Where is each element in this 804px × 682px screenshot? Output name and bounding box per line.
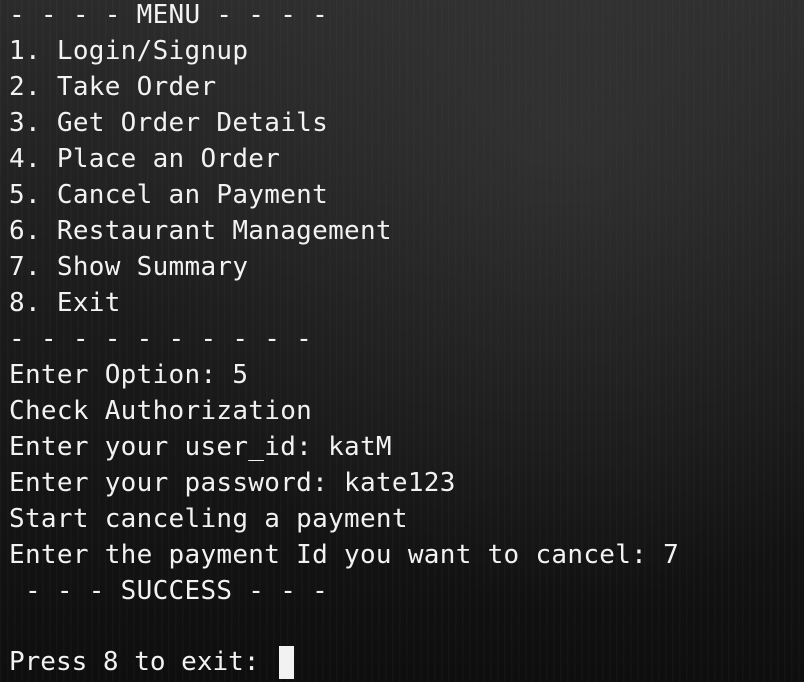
option-entry-line: Enter Option: 5 [9,360,249,390]
payment-id-entry-line: Enter the payment Id you want to cancel:… [9,540,680,570]
success-message: - - - SUCCESS - - - [9,576,329,606]
menu-item-take-order: 2. Take Order [9,72,217,102]
text-cursor[interactable] [279,645,295,679]
command-prompt[interactable]: Press 8 to exit: [9,644,295,680]
status-line: Start canceling a payment [9,504,408,534]
password-entry-line: Enter your password: kate123 [9,468,456,498]
terminal-window[interactable]: - - - - MENU - - - - 1. Login/Signup 2. … [0,0,804,682]
menu-header: - - - - MENU - - - - [9,0,329,30]
menu-item-place-order: 4. Place an Order [9,144,281,174]
authorization-line: Check Authorization [9,396,313,426]
menu-footer-divider: - - - - - - - - - - [9,324,313,354]
menu-item-show-summary: 7. Show Summary [9,252,249,282]
menu-item-restaurant-management: 6. Restaurant Management [9,216,392,246]
menu-item-cancel-payment: 5. Cancel an Payment [9,180,329,210]
prompt-label: Press 8 to exit: [9,647,276,677]
user-id-entry-line: Enter your user_id: katM [9,432,392,462]
menu-item-exit: 8. Exit [9,288,121,318]
menu-item-get-order-details: 3. Get Order Details [9,108,329,138]
menu-item-login-signup: 1. Login/Signup [9,36,249,66]
terminal-output: - - - - MENU - - - - 1. Login/Signup 2. … [9,0,679,648]
